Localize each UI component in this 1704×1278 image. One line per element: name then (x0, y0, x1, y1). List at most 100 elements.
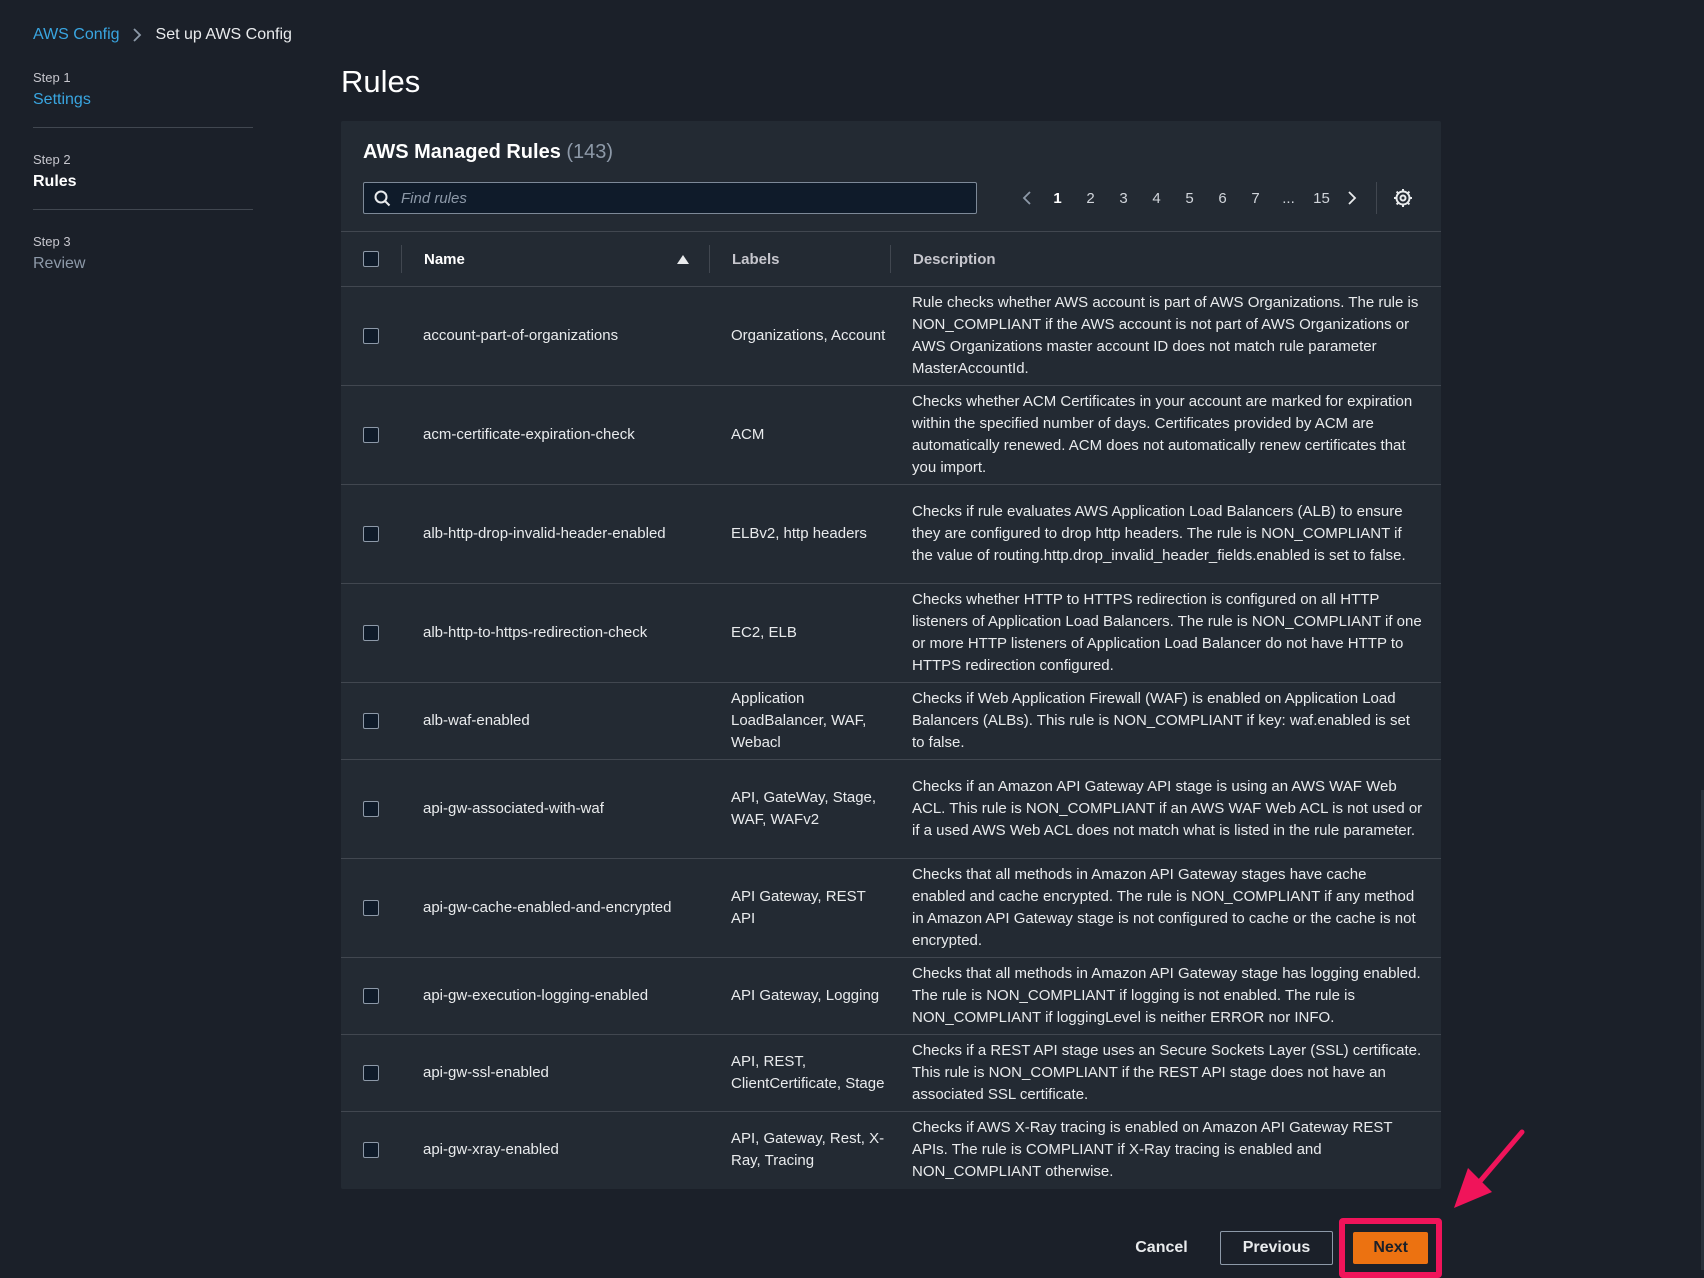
rule-labels: EC2, ELB (709, 583, 890, 683)
pagination-previous-icon[interactable] (1013, 190, 1041, 206)
row-checkbox[interactable] (363, 625, 379, 642)
next-button[interactable]: Next (1353, 1232, 1428, 1264)
rule-description: Checks whether ACM Certificates in your … (890, 385, 1441, 485)
pagination-page-6[interactable]: 6 (1206, 190, 1239, 207)
rule-description: Checks if rule evaluates AWS Application… (890, 484, 1441, 584)
pagination-page-3[interactable]: 3 (1107, 190, 1140, 207)
rule-name: alb-http-to-https-redirection-check (401, 583, 709, 683)
column-description-label: Description (913, 250, 996, 268)
row-checkbox[interactable] (363, 801, 379, 818)
row-checkbox-cell (341, 583, 401, 683)
rule-name: api-gw-cache-enabled-and-encrypted (401, 858, 709, 958)
step-label-rules: Rules (33, 173, 77, 190)
row-checkbox[interactable] (363, 1065, 379, 1082)
rule-name: acm-certificate-expiration-check (401, 385, 709, 485)
column-header-labels: Labels (709, 232, 890, 287)
row-checkbox-cell (341, 385, 401, 485)
row-checkbox[interactable] (363, 526, 379, 543)
rule-name: api-gw-xray-enabled (423, 1141, 559, 1159)
table-row: account-part-of-organizations Organizati… (341, 286, 1441, 386)
breadcrumb-aws-config-link[interactable]: AWS Config (33, 26, 120, 44)
row-checkbox[interactable] (363, 988, 379, 1005)
table-row: alb-waf-enabled Application LoadBalancer… (341, 682, 1441, 760)
gear-icon[interactable] (1393, 188, 1413, 208)
pagination: 1 2 3 4 5 6 7 ... 15 (1013, 182, 1413, 214)
pagination-ellipsis: ... (1282, 189, 1295, 207)
rules-count: (143) (566, 141, 614, 163)
row-checkbox-cell (341, 759, 401, 859)
breadcrumb: AWS Config Set up AWS Config (33, 26, 292, 44)
column-header-name[interactable]: Name (401, 232, 709, 287)
row-checkbox-cell (341, 286, 401, 386)
pagination-page-7[interactable]: 7 (1239, 190, 1272, 207)
step-number: Step 2 (33, 152, 71, 167)
column-name-label: Name (424, 250, 465, 268)
rule-description: Checks if Web Application Firewall (WAF)… (890, 682, 1441, 760)
row-checkbox-cell (341, 1112, 401, 1189)
rule-name: alb-waf-enabled (401, 682, 709, 760)
rule-description: Checks if an Amazon API Gateway API stag… (890, 759, 1441, 859)
previous-button[interactable]: Previous (1219, 1231, 1334, 1265)
wizard-actions: Cancel Previous Next (1115, 1218, 1442, 1278)
rule-labels: ELBv2, http headers (709, 484, 890, 584)
table-header-row: Name Labels Description (341, 232, 1441, 287)
pagination-page-1[interactable]: 1 (1041, 190, 1074, 207)
rule-name: api-gw-execution-logging-enabled (401, 957, 709, 1035)
rules-panel-title-text: AWS Managed Rules (363, 141, 561, 163)
rule-labels: Application LoadBalancer, WAF, Webacl (709, 682, 890, 760)
rule-description: Rule checks whether AWS account is part … (890, 286, 1441, 386)
rules-table: Name Labels Description account-part-of-… (341, 232, 1441, 1189)
breadcrumb-current: Set up AWS Config (155, 26, 292, 43)
search-input[interactable] (399, 188, 976, 208)
pagination-page-2[interactable]: 2 (1074, 190, 1107, 207)
wizard-step-2: Step 2 Rules (33, 152, 253, 210)
rule-name: api-gw-ssl-enabled (401, 1034, 709, 1112)
rule-description: Checks that all methods in Amazon API Ga… (890, 957, 1441, 1035)
page-title: Rules (341, 64, 421, 99)
table-row: api-gw-cache-enabled-and-encrypted API G… (341, 858, 1441, 958)
rule-labels: API, Gateway, Rest, X-Ray, Tracing (731, 1130, 885, 1170)
wizard-step-3: Step 3 Review (33, 234, 253, 291)
next-button-highlight: Next (1339, 1218, 1442, 1278)
annotation-arrow-icon (1450, 1128, 1530, 1217)
table-row: api-gw-associated-with-waf API, GateWay,… (341, 759, 1441, 859)
rule-labels: API Gateway, REST API (709, 858, 890, 958)
pagination-page-5[interactable]: 5 (1173, 190, 1206, 207)
step-link-settings[interactable]: Settings (33, 91, 253, 109)
rule-description: Checks that all methods in Amazon API Ga… (890, 858, 1441, 958)
pagination-page-4[interactable]: 4 (1140, 190, 1173, 207)
table-row: alb-http-to-https-redirection-check EC2,… (341, 583, 1441, 683)
rule-labels: ACM (709, 385, 890, 485)
step-label-review: Review (33, 255, 86, 272)
select-all-checkbox[interactable] (363, 251, 379, 267)
sort-ascending-icon[interactable] (677, 251, 689, 268)
rule-name: api-gw-associated-with-waf (401, 759, 709, 859)
column-labels-label: Labels (732, 250, 780, 268)
rule-labels: API, GateWay, Stage, WAF, WAFv2 (709, 759, 890, 859)
row-checkbox[interactable] (363, 328, 379, 345)
table-row: acm-certificate-expiration-check ACM Che… (341, 385, 1441, 485)
wizard-steps: Step 1 Settings Step 2 Rules Step 3 Revi… (33, 70, 253, 315)
pagination-page-last[interactable]: 15 (1305, 190, 1338, 207)
row-checkbox-cell (341, 957, 401, 1035)
row-checkbox-cell (341, 682, 401, 760)
wizard-step-1: Step 1 Settings (33, 70, 253, 128)
row-checkbox[interactable] (363, 713, 379, 730)
row-checkbox[interactable] (363, 900, 379, 917)
rules-panel-title: AWS Managed Rules (143) (363, 141, 613, 164)
select-all-header (341, 232, 401, 287)
table-row: alb-http-drop-invalid-header-enabled ELB… (341, 484, 1441, 584)
cancel-button[interactable]: Cancel (1115, 1231, 1207, 1265)
chevron-right-icon (132, 27, 142, 43)
rule-name: alb-http-drop-invalid-header-enabled (401, 484, 709, 584)
table-row: api-gw-ssl-enabled API, REST, ClientCert… (341, 1034, 1441, 1112)
table-row: api-gw-execution-logging-enabled API Gat… (341, 957, 1441, 1035)
row-checkbox[interactable] (363, 427, 379, 444)
rule-labels: API Gateway, Logging (709, 957, 890, 1035)
step-number: Step 3 (33, 234, 71, 249)
pagination-next-icon[interactable] (1338, 190, 1366, 206)
column-header-description: Description (890, 232, 1441, 287)
rule-labels: API, REST, ClientCertificate, Stage (709, 1034, 890, 1112)
rules-panel: AWS Managed Rules (143) 1 2 3 4 5 6 7 ..… (341, 121, 1441, 1189)
row-checkbox[interactable] (363, 1142, 379, 1159)
